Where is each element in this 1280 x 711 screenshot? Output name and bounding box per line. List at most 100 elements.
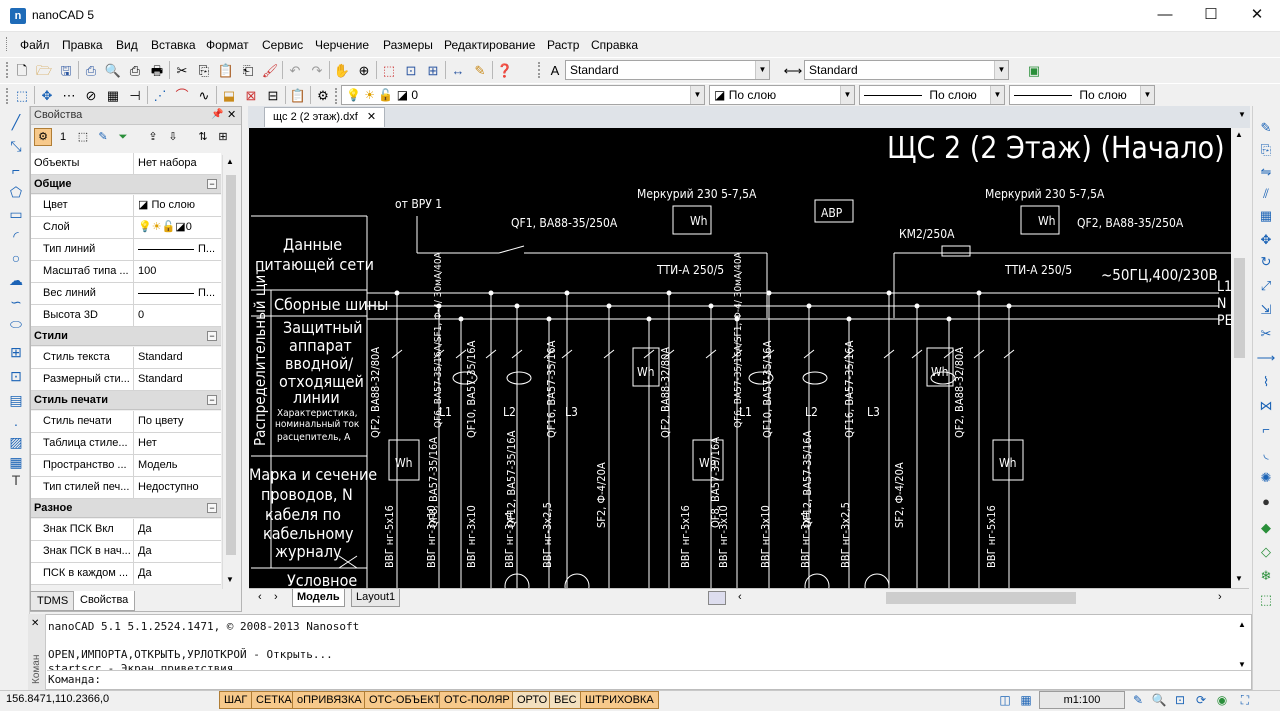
tab-properties[interactable]: Свойства <box>73 591 136 611</box>
scroll-down-icon[interactable]: ▼ <box>1235 574 1243 583</box>
prop-row[interactable]: Знак ПСК Вкл Да <box>31 519 221 541</box>
bomb-icon[interactable]: ● <box>1256 492 1276 512</box>
view-icon[interactable]: ⊞ <box>214 128 232 146</box>
scroll-thumb[interactable] <box>226 175 236 555</box>
match-properties-icon[interactable]: 🖌 <box>260 60 280 80</box>
arc-icon[interactable]: ⌒ <box>172 85 192 105</box>
zoom-window-icon[interactable]: ⊡ <box>1171 691 1189 709</box>
prop-row[interactable]: Таблица стиле... Нет <box>31 433 221 455</box>
insert-block-icon[interactable]: ⬓ <box>219 85 239 105</box>
fullscreen-icon[interactable]: ⛶ <box>1236 691 1254 709</box>
properties-scrollbar[interactable]: ▲ ▼ <box>222 155 239 589</box>
publish-icon[interactable]: ⎙ <box>81 60 101 80</box>
point-icon[interactable]: · <box>6 414 26 434</box>
undo-icon[interactable]: ↶ <box>285 60 305 80</box>
tab-model[interactable]: Модель <box>292 589 345 607</box>
quick-select-icon[interactable]: ⬚ <box>74 128 92 146</box>
coordinates-readout[interactable]: 156.8471,110.2366,0 <box>6 693 109 705</box>
stretch-icon[interactable]: ⇲ <box>1256 300 1276 320</box>
move-icon[interactable]: ✥ <box>1256 230 1276 250</box>
prop-row[interactable]: Тип линий П... <box>31 239 221 261</box>
polyline-icon[interactable]: ⋰ <box>150 85 170 105</box>
redo-icon[interactable]: ↷ <box>307 60 327 80</box>
menu-dimensions[interactable]: Размеры <box>379 36 437 54</box>
text-icon[interactable]: T <box>6 470 26 490</box>
zoom-previous-icon[interactable]: ⊡ <box>401 60 421 80</box>
collapse-icon[interactable]: − <box>207 395 217 405</box>
command-prompt[interactable]: Команда: <box>48 673 101 686</box>
prop-row[interactable]: ПСК в каждом ... Да <box>31 563 221 585</box>
ortho-toggle[interactable]: ОРТО <box>512 691 553 709</box>
close-icon[interactable]: ✕ <box>227 108 236 121</box>
spline-icon[interactable]: ∽ <box>6 292 26 312</box>
copy-icon[interactable]: ⎘ <box>194 60 214 80</box>
scroll-down-icon[interactable]: ▼ <box>1238 660 1246 669</box>
text-style-select[interactable]: Standard ▼ <box>565 60 770 80</box>
scroll-up-icon[interactable]: ▲ <box>1238 620 1246 629</box>
hscroll-thumb[interactable] <box>886 592 1076 604</box>
extend-icon[interactable]: ⟶ <box>1256 348 1276 368</box>
funnel-icon[interactable]: ⏷ <box>114 128 132 146</box>
toggle-pickadd-icon[interactable]: 1 <box>54 128 72 146</box>
pan-icon[interactable]: ✋ <box>332 60 352 80</box>
group-plot-style[interactable]: Стиль печати − <box>31 391 221 410</box>
toolbar-grip[interactable] <box>6 88 9 104</box>
regen-icon[interactable]: ⟳ <box>1192 691 1210 709</box>
close-icon[interactable]: ✕ <box>367 111 376 123</box>
explode-icon[interactable]: ✺ <box>1256 468 1276 488</box>
spline-icon[interactable]: ∿ <box>194 85 214 105</box>
layer-off-icon[interactable]: ◇ <box>1256 542 1276 562</box>
break-icon[interactable]: ⌇ <box>1256 372 1276 392</box>
distance-icon[interactable]: ↔ <box>448 60 468 80</box>
zoom-window-icon[interactable]: ⬚ <box>379 60 399 80</box>
prop-row[interactable]: Пространство ... Модель <box>31 455 221 477</box>
menu-edit[interactable]: Правка <box>58 36 107 54</box>
grid-toggle[interactable]: СЕТКА <box>251 691 297 709</box>
scroll-thumb[interactable] <box>1234 258 1245 358</box>
scroll-left-icon[interactable]: ‹ <box>738 591 742 603</box>
table-icon[interactable]: ▦ <box>6 452 26 472</box>
zoom-extents-icon[interactable]: ⊞ <box>423 60 443 80</box>
prop-row[interactable]: Стиль печати По цвету <box>31 411 221 433</box>
toolbar-grip[interactable] <box>335 88 338 104</box>
paste-special-icon[interactable]: ⎗ <box>238 60 258 80</box>
zoom-realtime-icon[interactable]: ⊕ <box>354 60 374 80</box>
color-select[interactable]: ◪ По слою ▼ <box>709 85 855 105</box>
line-icon[interactable]: ╱ <box>6 112 26 132</box>
prop-row[interactable]: Цвет ◪ По слою <box>31 195 221 217</box>
no-icon[interactable]: ⊘ <box>81 85 101 105</box>
group-general[interactable]: Общие − <box>31 175 221 194</box>
menu-file[interactable]: Файл <box>16 36 54 54</box>
polyline-icon[interactable]: ⌐ <box>6 160 26 180</box>
mirror-icon[interactable]: ⇋ <box>1256 162 1276 182</box>
toolbar-grip[interactable] <box>6 62 9 78</box>
minimize-button[interactable]: — <box>1142 0 1188 32</box>
join-icon[interactable]: ⋈ <box>1256 396 1276 416</box>
vertical-scrollbar[interactable]: ▲ ▼ <box>1231 128 1248 588</box>
save-icon[interactable]: 🖫 <box>56 60 76 80</box>
help-icon[interactable]: ❓ <box>495 60 515 80</box>
close-button[interactable]: ✕ <box>1234 0 1280 32</box>
tab-next-icon[interactable]: › <box>274 591 278 603</box>
menu-raster[interactable]: Растр <box>543 36 583 54</box>
new-file-icon[interactable]: 🗋 <box>12 60 32 80</box>
workspace-icon[interactable]: ◉ <box>1213 691 1231 709</box>
offset-icon[interactable]: ⫽ <box>1256 184 1276 204</box>
insert-block-icon[interactable]: ⊞ <box>6 342 26 362</box>
block-icon[interactable]: ▦ <box>103 85 123 105</box>
osnap-toggle[interactable]: оПРИВЯЗКА <box>292 691 367 709</box>
hatch-icon[interactable]: ▨ <box>6 432 26 452</box>
cut-icon[interactable]: ✂ <box>172 60 192 80</box>
split-handle-icon[interactable] <box>708 591 726 605</box>
grid-icon[interactable]: ▦ <box>1017 691 1035 709</box>
collapse-icon[interactable]: − <box>207 179 217 189</box>
model-space-icon[interactable]: ◫ <box>996 691 1014 709</box>
tab-layout1[interactable]: Layout1 <box>351 589 401 607</box>
cloud-icon[interactable]: ☁ <box>6 270 26 290</box>
rectangle-icon[interactable]: ▭ <box>6 204 26 224</box>
menu-grip[interactable] <box>6 37 9 51</box>
close-icon[interactable]: ✕ <box>31 618 39 629</box>
layer-manager-icon[interactable]: ▣ <box>1024 60 1044 80</box>
grid-snap-icon[interactable]: ⋯ <box>59 85 79 105</box>
block-icon[interactable]: ⊡ <box>6 366 26 386</box>
